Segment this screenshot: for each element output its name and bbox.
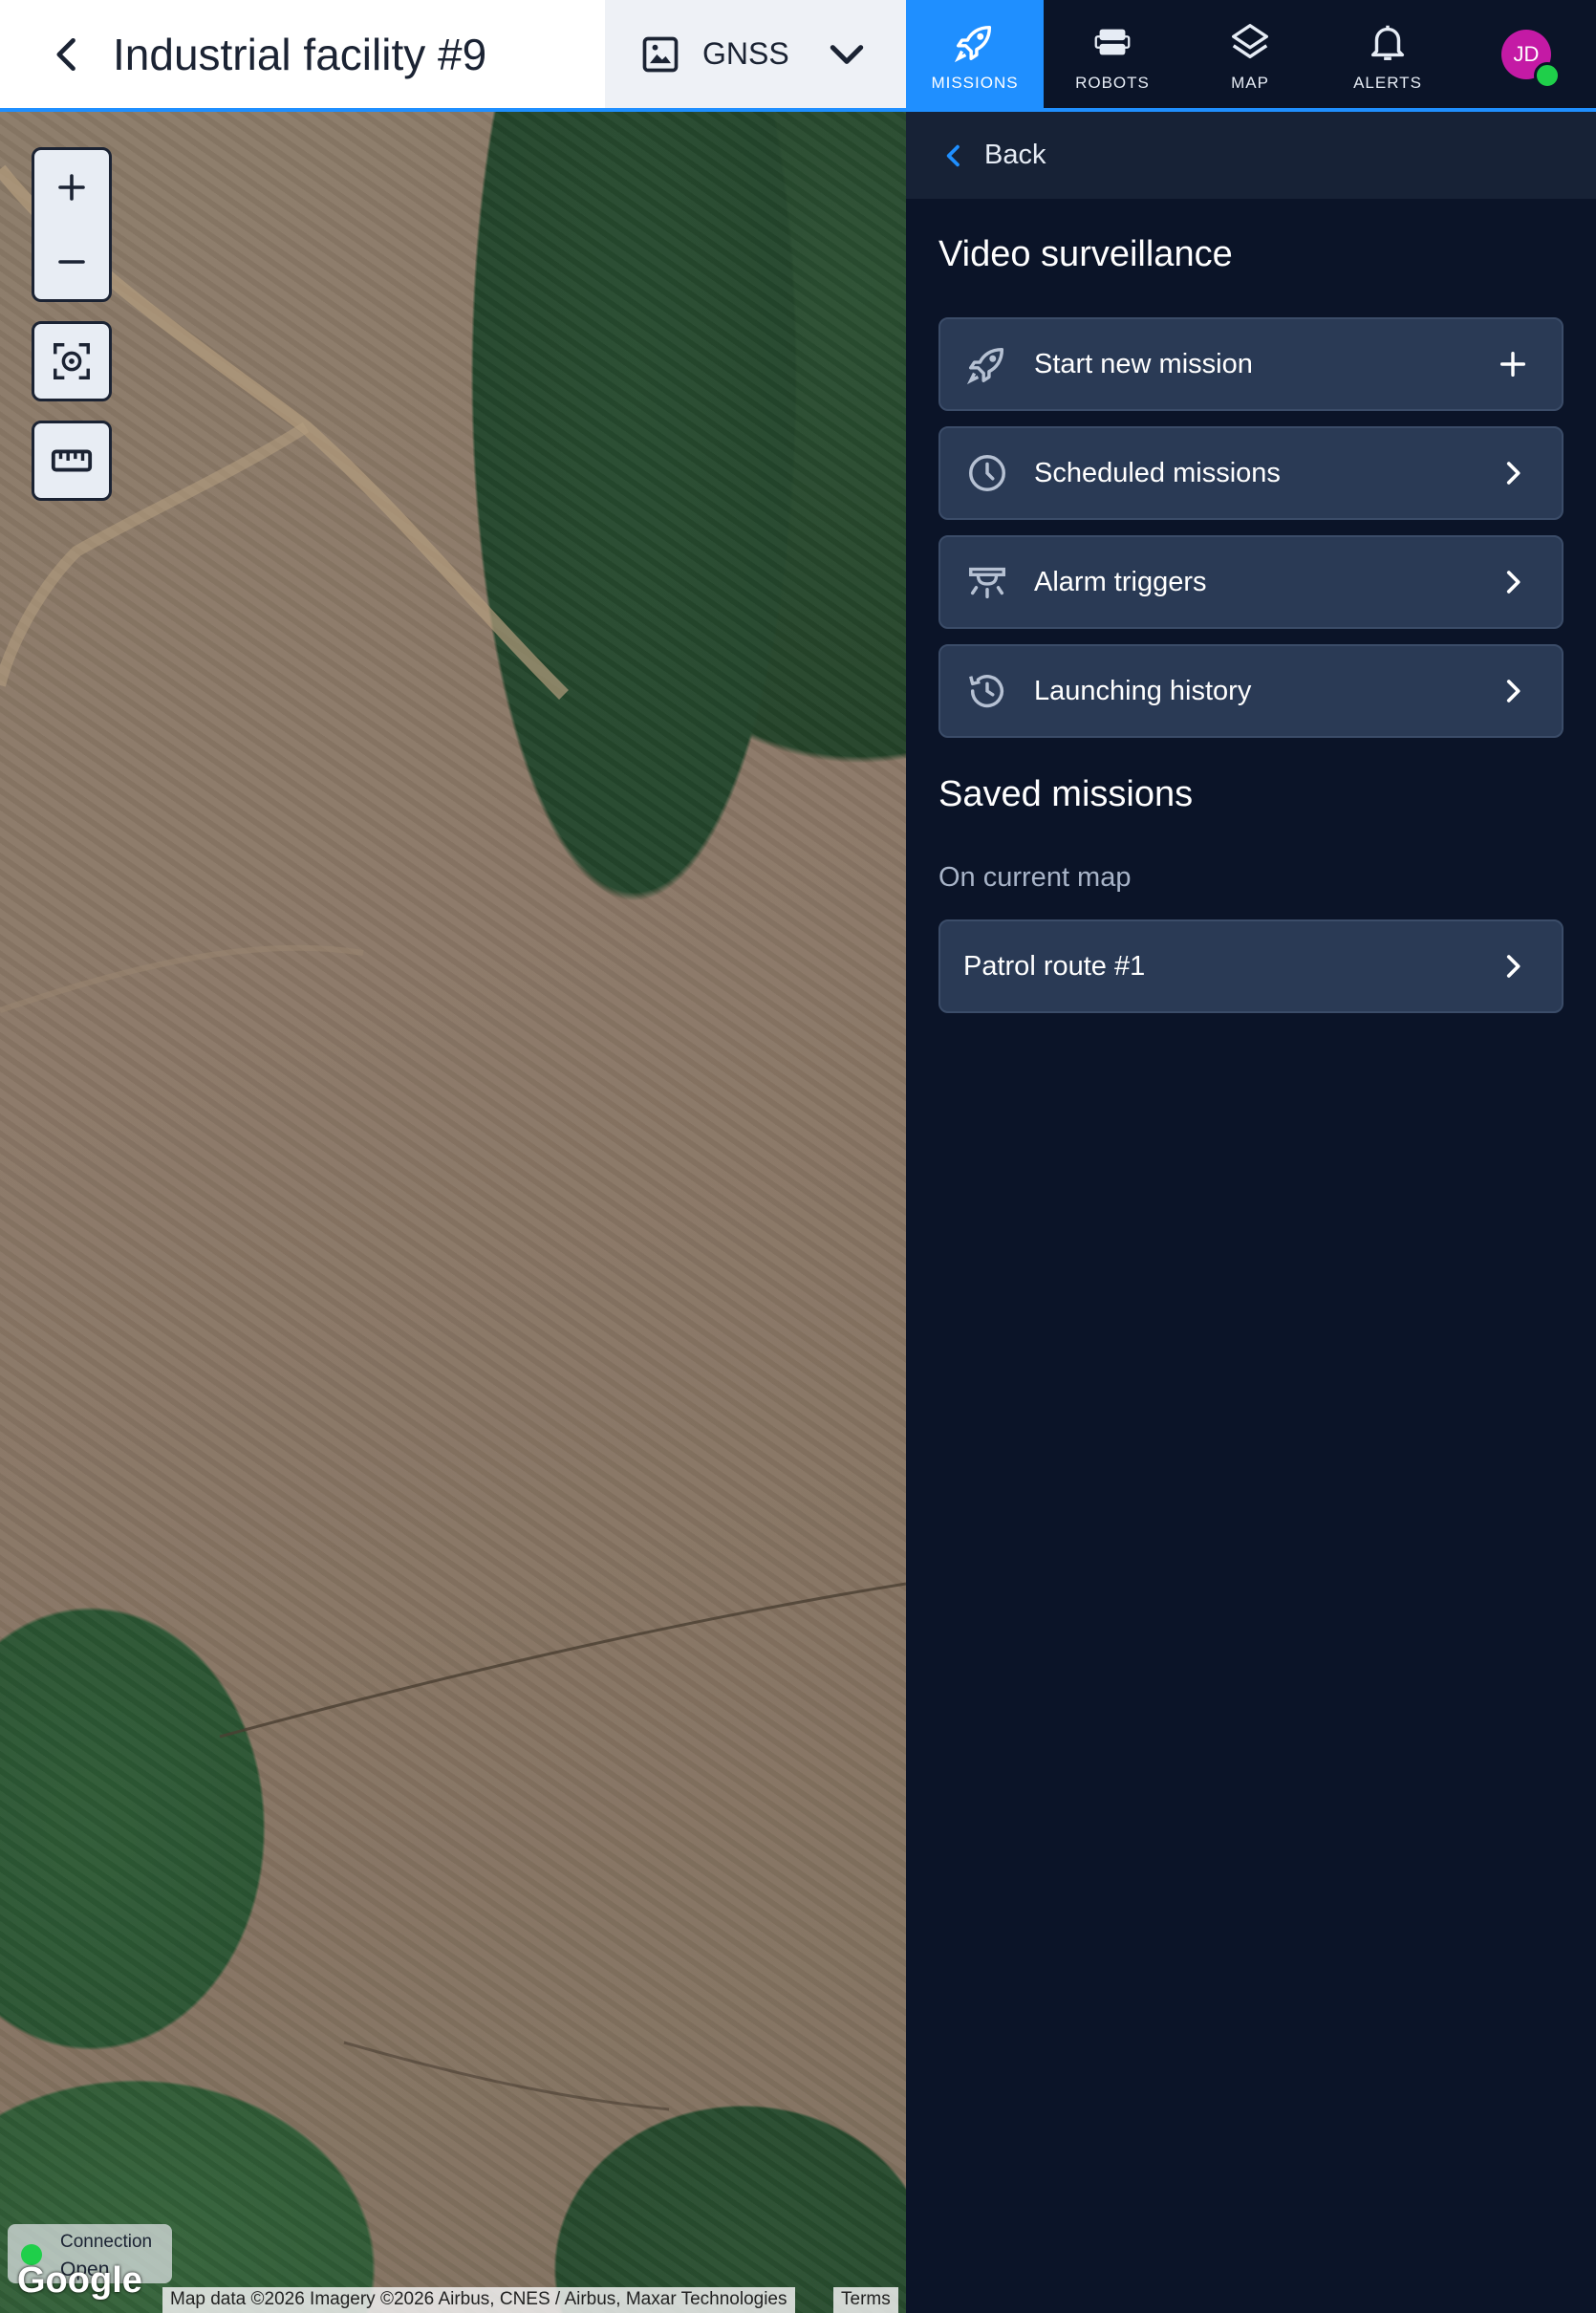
nav-missions-label: MISSIONS bbox=[931, 73, 1019, 92]
map-provider-logo: Google bbox=[17, 2260, 142, 2301]
user-menu[interactable]: JD bbox=[1456, 0, 1596, 108]
alarm-triggers-button[interactable]: Alarm triggers bbox=[938, 535, 1564, 629]
online-status-dot bbox=[1534, 61, 1561, 89]
chevron-right-icon bbox=[1506, 680, 1521, 703]
clock-icon bbox=[969, 455, 1005, 491]
saved-mission-label: Patrol route #1 bbox=[963, 950, 1146, 982]
nav-map-label: MAP bbox=[1231, 73, 1269, 92]
ruler-icon bbox=[51, 449, 93, 472]
main-nav: MISSIONS ROBOTS MAP ALERTS JD bbox=[906, 0, 1596, 112]
zoom-in-button[interactable] bbox=[34, 150, 109, 225]
nav-map[interactable]: MAP bbox=[1181, 0, 1319, 112]
alarm-triggers-label: Alarm triggers bbox=[1034, 566, 1207, 597]
bell-icon bbox=[1370, 25, 1405, 60]
nav-alerts-label: ALERTS bbox=[1353, 73, 1422, 92]
zoom-out-button[interactable] bbox=[34, 225, 109, 299]
rocket-icon bbox=[954, 25, 992, 62]
satellite-map[interactable]: Connection Open Google Map data ©2026 Im… bbox=[0, 112, 906, 2313]
positioning-mode-select[interactable]: GNSS bbox=[605, 0, 906, 112]
plus-icon bbox=[1499, 351, 1526, 378]
focus-target-icon bbox=[54, 343, 90, 379]
recenter-button[interactable] bbox=[32, 321, 112, 401]
avatar[interactable]: JD bbox=[1501, 29, 1561, 89]
layers-icon bbox=[1232, 23, 1268, 58]
panel-back-button[interactable]: Back bbox=[906, 112, 1596, 199]
nav-alerts[interactable]: ALERTS bbox=[1319, 0, 1456, 112]
chevron-left-icon bbox=[946, 144, 960, 166]
chevron-down-icon bbox=[830, 44, 864, 64]
measure-button[interactable] bbox=[32, 421, 112, 501]
header-back-button[interactable] bbox=[34, 21, 101, 88]
scheduled-missions-label: Scheduled missions bbox=[1034, 457, 1281, 488]
map-attribution: Map data ©2026 Imagery ©2026 Airbus, CNE… bbox=[162, 2287, 795, 2313]
saved-group-label: On current map bbox=[938, 862, 1132, 893]
start-new-mission-label: Start new mission bbox=[1034, 348, 1253, 379]
chevron-right-icon bbox=[1506, 462, 1521, 485]
positioning-mode-label: GNSS bbox=[702, 36, 789, 71]
minus-icon bbox=[58, 260, 85, 264]
history-icon bbox=[969, 675, 1004, 708]
zoom-controls bbox=[32, 147, 112, 302]
saved-mission-item[interactable]: Patrol route #1 bbox=[938, 919, 1564, 1013]
missions-panel: Back Video surveillance Start new missio… bbox=[906, 112, 1596, 2313]
chevron-left-icon bbox=[56, 37, 75, 71]
nav-missions[interactable]: MISSIONS bbox=[906, 0, 1044, 112]
connection-label: Connection bbox=[60, 2232, 153, 2252]
chevron-right-icon bbox=[1506, 955, 1521, 978]
panel-back-label: Back bbox=[984, 140, 1046, 170]
robot-icon bbox=[1094, 29, 1131, 54]
launching-history-label: Launching history bbox=[1034, 675, 1252, 706]
launching-history-button[interactable]: Launching history bbox=[938, 644, 1564, 738]
nav-robots-label: ROBOTS bbox=[1075, 73, 1150, 92]
plus-icon bbox=[58, 174, 85, 201]
image-icon bbox=[642, 36, 679, 72]
page-title: Industrial facility #9 bbox=[113, 29, 487, 79]
top-bar: Industrial facility #9 GNSS MISSIONS ROB… bbox=[0, 0, 1596, 112]
scheduled-missions-button[interactable]: Scheduled missions bbox=[938, 426, 1564, 520]
map-tracks bbox=[0, 164, 906, 2111]
title-area: Industrial facility #9 bbox=[0, 0, 605, 112]
rocket-icon bbox=[966, 347, 1004, 385]
nav-robots[interactable]: ROBOTS bbox=[1044, 0, 1181, 112]
section-title: Video surveillance bbox=[938, 234, 1233, 274]
chevron-right-icon bbox=[1506, 571, 1521, 594]
start-new-mission-button[interactable]: Start new mission bbox=[938, 317, 1564, 411]
alarm-icon bbox=[969, 567, 1005, 599]
map-terms-link[interactable]: Terms bbox=[833, 2287, 898, 2313]
avatar-initials: JD bbox=[1513, 41, 1540, 66]
saved-missions-title: Saved missions bbox=[938, 774, 1194, 814]
